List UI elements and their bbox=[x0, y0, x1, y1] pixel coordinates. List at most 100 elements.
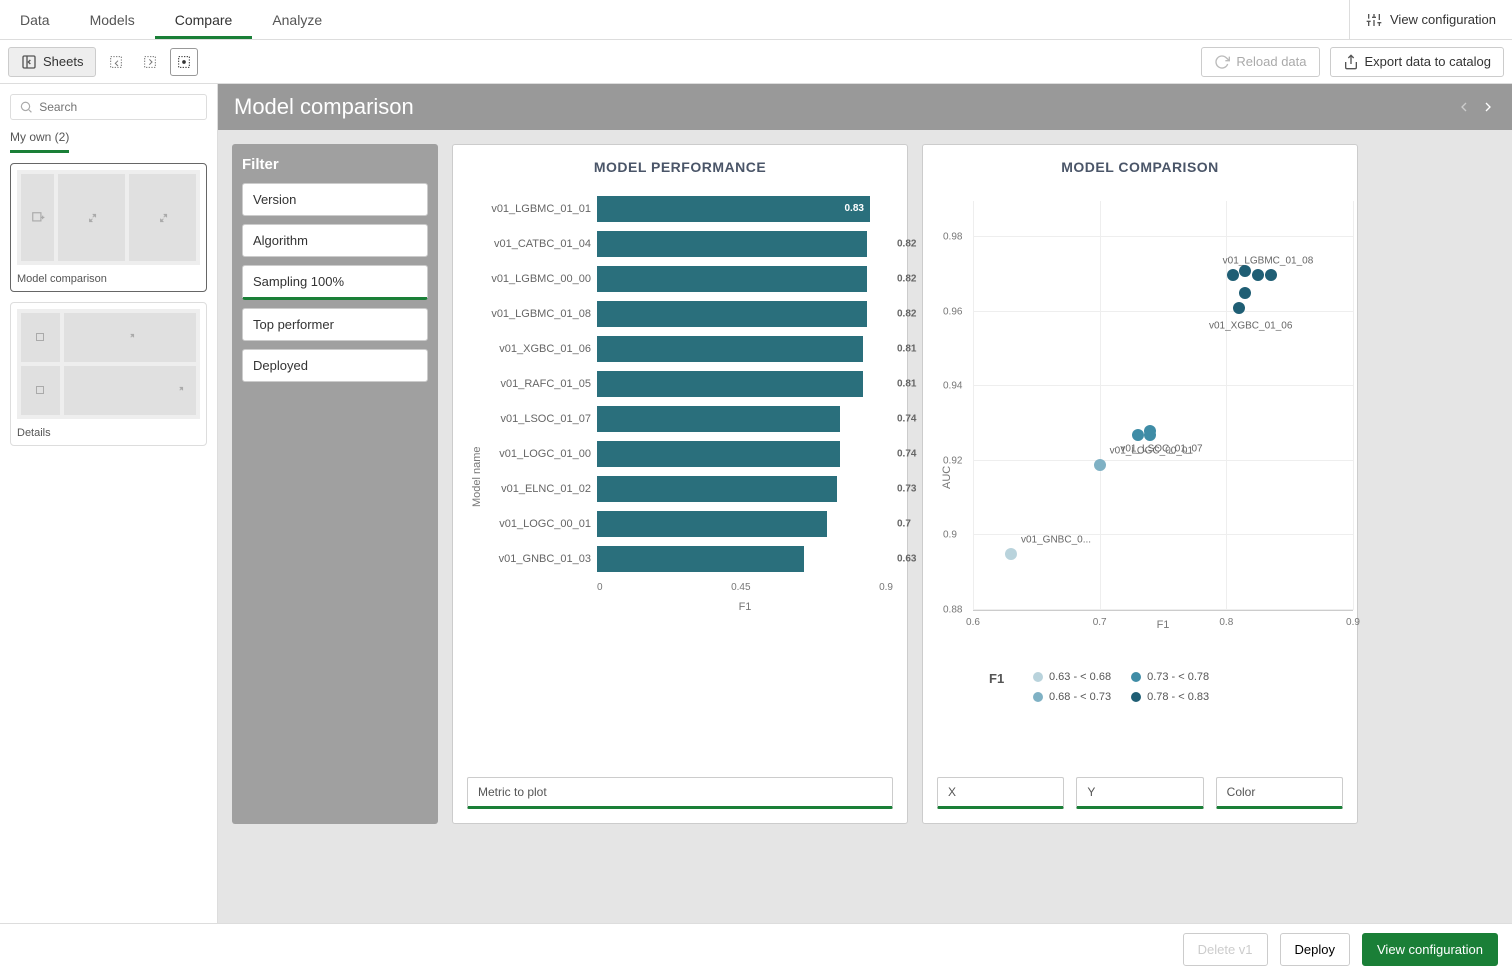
reload-data-button[interactable]: Reload data bbox=[1201, 47, 1319, 77]
scatter-point[interactable] bbox=[1132, 429, 1144, 441]
panel-left-icon bbox=[21, 54, 37, 70]
legend-dot bbox=[1131, 672, 1141, 682]
sidebar-tab-myown[interactable]: My own (2) bbox=[10, 130, 69, 153]
content-body: Filter Version Algorithm Sampling 100% Top … bbox=[218, 130, 1512, 923]
scatter-point[interactable] bbox=[1005, 548, 1017, 560]
deploy-button[interactable]: Deploy bbox=[1280, 933, 1350, 966]
bar-track: 0.81 bbox=[597, 336, 893, 362]
bar-track: 0.74 bbox=[597, 441, 893, 467]
refresh-icon bbox=[1214, 54, 1230, 70]
legend-label: 0.78 - < 0.83 bbox=[1147, 691, 1209, 703]
sliders-icon bbox=[1366, 12, 1382, 28]
bar-row: v01_GNBC_01_030.63 bbox=[483, 541, 893, 576]
legend-item[interactable]: 0.63 - < 0.68 bbox=[1033, 671, 1111, 683]
tab-data[interactable]: Data bbox=[0, 0, 70, 39]
sheet-title: Details bbox=[17, 427, 200, 439]
legend-label: 0.68 - < 0.73 bbox=[1049, 691, 1111, 703]
color-input[interactable]: Color bbox=[1216, 777, 1343, 809]
bar-fill[interactable]: 0.7 bbox=[597, 511, 827, 537]
bar-fill[interactable]: 0.74 bbox=[597, 406, 840, 432]
bar-fill[interactable]: 0.82 bbox=[597, 266, 867, 292]
chevron-left-icon[interactable] bbox=[1456, 99, 1472, 115]
sidebar: My own (2) Model comparison Details bbox=[0, 84, 218, 923]
legend-dot bbox=[1033, 692, 1043, 702]
sheets-button[interactable]: Sheets bbox=[8, 47, 96, 77]
bar-track: 0.82 bbox=[597, 266, 893, 292]
bar-fill[interactable]: 0.82 bbox=[597, 231, 867, 257]
bar-fill[interactable]: 0.83 bbox=[597, 196, 870, 222]
bar-fill[interactable]: 0.63 bbox=[597, 546, 804, 572]
sheet-thumb bbox=[17, 170, 200, 265]
x-tick: 0.6 bbox=[966, 617, 980, 628]
bar-fill[interactable]: 0.81 bbox=[597, 336, 863, 362]
legend-item[interactable]: 0.73 - < 0.78 bbox=[1131, 671, 1209, 683]
scatter-point[interactable] bbox=[1252, 269, 1264, 281]
bar-fill[interactable]: 0.81 bbox=[597, 371, 863, 397]
scatter-point[interactable] bbox=[1227, 269, 1239, 281]
puzzle-icon bbox=[172, 384, 186, 398]
scatter-point[interactable] bbox=[1239, 265, 1251, 277]
export-data-button[interactable]: Export data to catalog bbox=[1330, 47, 1504, 77]
expand-icon-button[interactable] bbox=[136, 48, 164, 76]
bar-label: v01_LGBMC_01_01 bbox=[483, 203, 591, 215]
bar-row: v01_LGBMC_00_000.82 bbox=[483, 261, 893, 296]
export-icon bbox=[1343, 54, 1359, 70]
legend-title: F1 bbox=[989, 671, 1013, 703]
bar-track: 0.74 bbox=[597, 406, 893, 432]
scatter-point[interactable] bbox=[1144, 429, 1156, 441]
filter-item[interactable]: Sampling 100% bbox=[242, 265, 428, 300]
bar-label: v01_LGBMC_01_08 bbox=[483, 308, 591, 320]
tab-compare[interactable]: Compare bbox=[155, 0, 253, 39]
filter-item[interactable]: Deployed bbox=[242, 349, 428, 382]
comp-x-axis-label: F1 bbox=[973, 619, 1353, 631]
metric-to-plot-input[interactable]: Metric to plot bbox=[467, 777, 893, 809]
filter-title: Filter bbox=[242, 156, 428, 173]
scatter-point[interactable] bbox=[1239, 287, 1251, 299]
x-tick: 0.7 bbox=[1093, 617, 1107, 628]
filter-item[interactable]: Top performer bbox=[242, 308, 428, 341]
sheet-card-details[interactable]: Details bbox=[10, 302, 207, 446]
bar-track: 0.83 bbox=[597, 196, 893, 222]
bar-track: 0.63 bbox=[597, 546, 893, 572]
bar-value: 0.63 bbox=[897, 553, 916, 564]
focus-icon-button[interactable] bbox=[170, 48, 198, 76]
collapse-icon bbox=[108, 54, 124, 70]
filter-item[interactable]: Version bbox=[242, 183, 428, 216]
bar-fill[interactable]: 0.73 bbox=[597, 476, 837, 502]
bar-track: 0.82 bbox=[597, 231, 893, 257]
bar-value: 0.82 bbox=[897, 308, 916, 319]
main: My own (2) Model comparison Details bbox=[0, 84, 1512, 923]
tab-models[interactable]: Models bbox=[70, 0, 155, 39]
scatter-point[interactable] bbox=[1233, 302, 1245, 314]
chart-title-comp: MODEL COMPARISON bbox=[937, 159, 1343, 175]
filter-panel: Filter Version Algorithm Sampling 100% Top … bbox=[232, 144, 438, 824]
bar-row: v01_LOGC_00_010.7 bbox=[483, 506, 893, 541]
content: Model comparison Filter VersionAlgorithm… bbox=[218, 84, 1512, 923]
view-configuration-button[interactable]: View configuration bbox=[1362, 933, 1498, 966]
bar-fill[interactable]: 0.82 bbox=[597, 301, 867, 327]
perf-y-axis-label: Model name bbox=[467, 191, 483, 763]
bar-label: v01_ELNC_01_02 bbox=[483, 483, 591, 495]
chart-title-perf: MODEL PERFORMANCE bbox=[467, 159, 893, 175]
legend: F1 0.63 - < 0.68 0.68 - < 0.73 0.73 - < 0.7… bbox=[953, 671, 1353, 703]
bar-fill[interactable]: 0.74 bbox=[597, 441, 840, 467]
view-configuration-link[interactable]: View configuration bbox=[1349, 0, 1512, 39]
scatter-point[interactable] bbox=[1265, 269, 1277, 281]
sheet-card-model-comparison[interactable]: Model comparison bbox=[10, 163, 207, 292]
x-input[interactable]: X bbox=[937, 777, 1064, 809]
bar-row: v01_RAFC_01_050.81 bbox=[483, 366, 893, 401]
legend-item[interactable]: 0.68 - < 0.73 bbox=[1033, 691, 1111, 703]
y-input[interactable]: Y bbox=[1076, 777, 1203, 809]
search-icon bbox=[19, 99, 33, 115]
collapse-icon-button[interactable] bbox=[102, 48, 130, 76]
tab-analyze[interactable]: Analyze bbox=[252, 0, 342, 39]
search-input[interactable] bbox=[39, 100, 198, 114]
filter-item[interactable]: Algorithm bbox=[242, 224, 428, 257]
delete-button[interactable]: Delete v1 bbox=[1183, 933, 1268, 966]
chevron-right-icon[interactable] bbox=[1480, 99, 1496, 115]
model-comparison-card: MODEL COMPARISON AUC 0.60.70.80.90.880.9… bbox=[922, 144, 1358, 824]
scatter-point[interactable] bbox=[1094, 459, 1106, 471]
comp-y-axis-label: AUC bbox=[937, 191, 953, 763]
page-footer: Delete v1 Deploy View configuration bbox=[0, 923, 1512, 975]
legend-item[interactable]: 0.78 - < 0.83 bbox=[1131, 691, 1209, 703]
